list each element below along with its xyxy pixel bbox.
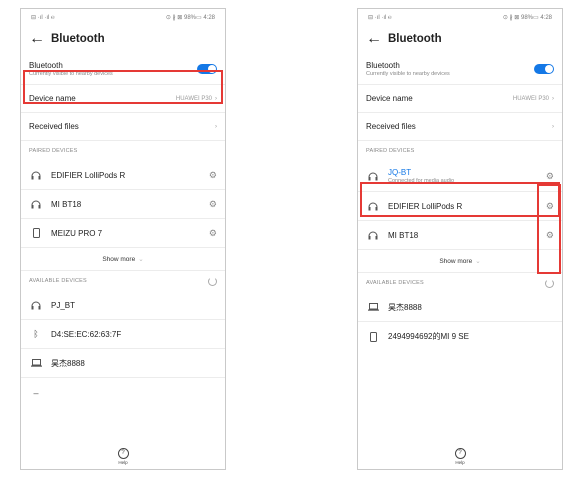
available-devices-header: AVAILABLE DEVICES [358,273,562,293]
show-more-label: Show more [439,257,473,265]
paired-devices-header: PAIRED DEVICES [29,148,78,154]
paired-device-row[interactable]: EDIFIER LolliPods R ⚙ [358,192,562,221]
bluetooth-toggle-switch[interactable] [197,63,217,74]
available-device-row[interactable]: – [21,378,225,407]
paired-device-name: MEIZU PRO 7 [51,228,103,238]
available-device-name: D4:SE:EC:62:63:7F [51,329,122,339]
headset-icon [29,171,43,180]
page-title: Bluetooth [388,33,442,45]
phone-icon [29,228,43,238]
paired-device-row[interactable]: MI BT18 ⚙ [358,221,562,250]
laptop-icon [366,303,380,311]
connected-device-status: Connected for media audio [388,178,455,184]
help-button[interactable]: ? Help [358,448,562,465]
available-device-name: 昊杰8888 [51,358,85,368]
scanning-spinner-icon [545,278,554,288]
help-icon: ? [117,448,129,459]
generic-device-icon: – [33,387,39,398]
bluetooth-visibility-text: Currently visible to nearby devices [29,70,113,77]
chevron-right-icon: › [215,123,217,130]
right-phone-screen: ⊟ ·ıl ·ıl ℮ ⊙ ∦ ⊠ 98%▭ 4:28 ← Bluetooth … [357,8,563,470]
laptop-icon [29,359,43,367]
available-devices-label: AVAILABLE DEVICES [29,278,87,284]
paired-devices-header: PAIRED DEVICES [366,148,415,154]
paired-device-row[interactable]: MEIZU PRO 7 ⚙ [21,219,225,248]
status-battery-time: ⊙ ∦ ⊠ 98%▭ 4:28 [502,14,552,21]
paired-device-name: MI BT18 [51,199,82,209]
received-files-row[interactable]: Received files › [21,113,225,141]
chevron-down-icon: ⌄ [138,256,144,263]
back-arrow-icon[interactable]: ← [366,31,388,47]
left-phone-screen: ⊟ ·ıl ·ıl ℮ ⊙ ∦ ⊠ 98%▭ 4:28 ← Bluetooth … [20,8,226,470]
received-files-label: Received files [366,122,416,131]
paired-device-name: MI BT18 [388,230,419,240]
headset-icon [366,202,380,211]
available-device-row[interactable]: 昊杰8888 [21,349,225,378]
help-button[interactable]: ? Help [21,448,225,465]
chevron-right-icon: › [552,95,554,102]
gear-icon[interactable]: ⚙ [546,230,554,241]
status-bar: ⊟ ·ıl ·ıl ℮ ⊙ ∦ ⊠ 98%▭ 4:28 [21,9,225,25]
bluetooth-toggle-row[interactable]: Bluetooth Currently visible to nearby de… [358,53,562,85]
headset-icon [366,231,380,240]
chevron-down-icon: ⌄ [475,258,481,265]
available-devices-header: AVAILABLE DEVICES [21,271,225,291]
device-name-label: Device name [366,94,413,103]
show-more-button[interactable]: Show more ⌄ [21,248,225,271]
paired-device-row[interactable]: MI BT18 ⚙ [21,190,225,219]
connected-device-name: JQ-BT [388,168,412,177]
chevron-right-icon: › [215,95,217,102]
help-label: Help [455,460,465,465]
show-more-label: Show more [102,255,136,263]
toolbar: ← Bluetooth [358,25,562,53]
bluetooth-icon: ᛒ [33,329,39,339]
device-name-row[interactable]: Device name HUAWEI P30 › [358,85,562,113]
paired-device-name: EDIFIER LolliPods R [388,201,463,211]
bluetooth-label: Bluetooth [366,60,400,70]
device-name-value: HUAWEI P30 [512,95,549,102]
headset-icon [29,301,43,310]
status-battery-time: ⊙ ∦ ⊠ 98%▭ 4:28 [165,14,215,21]
paired-device-name: EDIFIER LolliPods R [51,170,126,180]
status-signal: ⊟ ·ıl ·ıl ℮ [31,14,55,21]
phone-icon [366,331,380,342]
status-bar: ⊟ ·ıl ·ıl ℮ ⊙ ∦ ⊠ 98%▭ 4:28 [358,9,562,25]
available-device-row[interactable]: PJ_BT [21,291,225,320]
bluetooth-toggle-switch[interactable] [534,63,554,74]
scanning-spinner-icon [208,276,217,286]
chevron-right-icon: › [552,123,554,130]
device-name-label: Device name [29,94,76,103]
received-files-label: Received files [29,122,79,131]
gear-icon[interactable]: ⚙ [209,170,217,181]
paired-device-row[interactable]: EDIFIER LolliPods R ⚙ [21,161,225,190]
headset-icon [366,172,380,181]
gear-icon[interactable]: ⚙ [209,228,217,239]
device-name-value: HUAWEI P30 [175,95,212,102]
help-label: Help [118,460,128,465]
available-device-row[interactable]: ᛒ D4:SE:EC:62:63:7F [21,320,225,349]
gear-icon[interactable]: ⚙ [546,201,554,212]
help-icon: ? [454,448,466,459]
available-device-row[interactable]: 昊杰8888 [358,293,562,322]
toolbar: ← Bluetooth [21,25,225,53]
available-device-name: 昊杰8888 [388,302,422,312]
gear-icon[interactable]: ⚙ [546,171,554,182]
page-title: Bluetooth [51,33,105,45]
available-device-name: PJ_BT [51,300,76,310]
back-arrow-icon[interactable]: ← [29,31,51,47]
received-files-row[interactable]: Received files › [358,113,562,141]
status-signal: ⊟ ·ıl ·ıl ℮ [368,14,392,21]
bluetooth-toggle-row[interactable]: Bluetooth Currently visible to nearby de… [21,53,225,85]
gear-icon[interactable]: ⚙ [209,199,217,210]
available-device-name: 2494994692的MI 9 SE [388,332,469,341]
device-name-row[interactable]: Device name HUAWEI P30 › [21,85,225,113]
headset-icon [29,200,43,209]
connected-device-row[interactable]: JQ-BT Connected for media audio ⚙ [358,161,562,192]
available-device-row[interactable]: 2494994692的MI 9 SE [358,322,562,351]
bluetooth-label: Bluetooth [29,60,63,70]
bluetooth-visibility-text: Currently visible to nearby devices [366,70,450,77]
show-more-button[interactable]: Show more ⌄ [358,250,562,273]
available-devices-label: AVAILABLE DEVICES [366,280,424,286]
